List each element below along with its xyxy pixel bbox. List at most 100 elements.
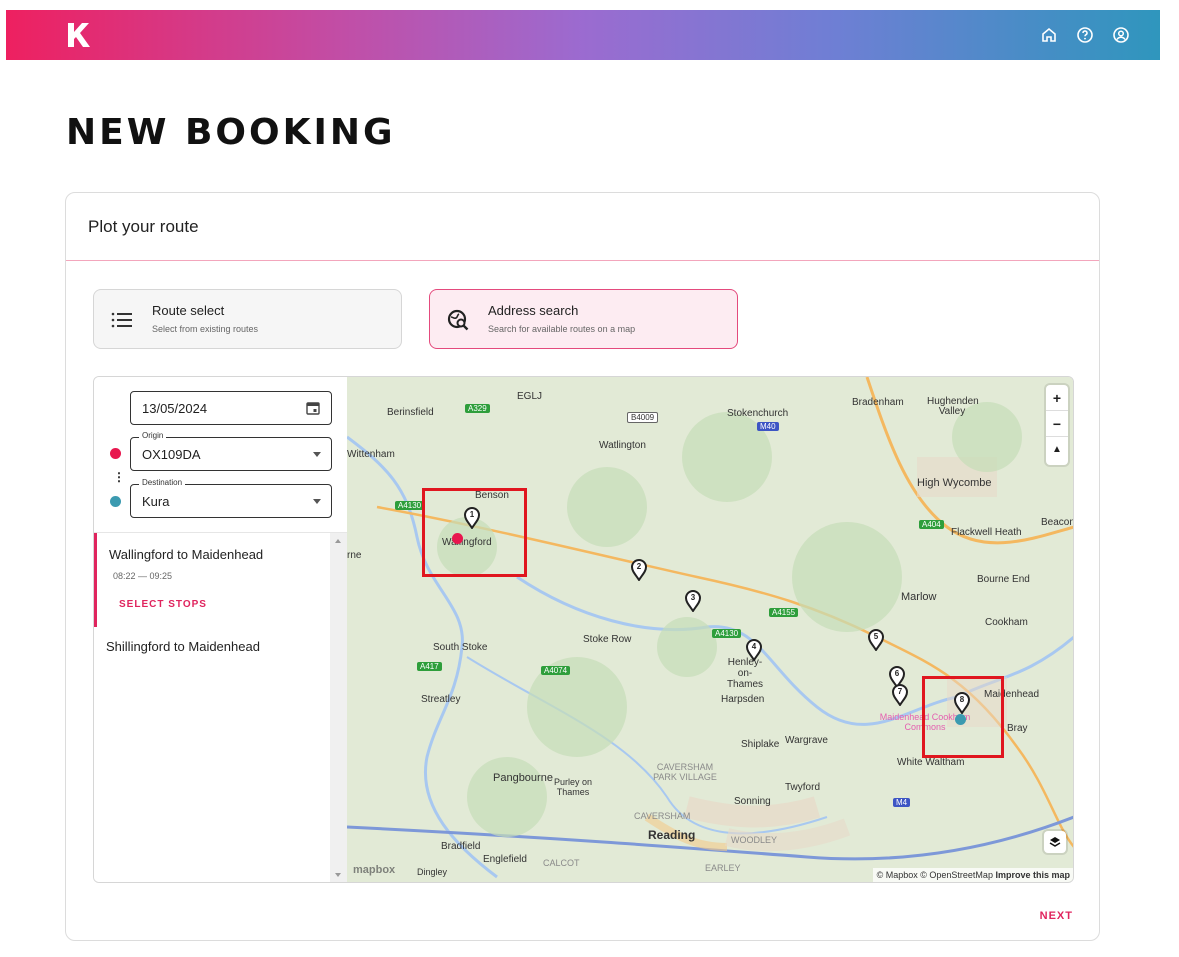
stop-marker[interactable]: 7 — [891, 684, 909, 707]
highlight-box — [922, 676, 1004, 758]
stop-number: 7 — [897, 687, 903, 696]
map-place-label: Stokenchurch — [727, 408, 789, 419]
zoom-out-button[interactable]: − — [1046, 411, 1068, 437]
scroll-down-icon[interactable] — [335, 873, 341, 877]
map-place-label: EARLEY — [705, 863, 741, 873]
layers-icon[interactable] — [1044, 831, 1066, 853]
stop-number: 2 — [636, 562, 642, 571]
map-place-label: CAVERSHAM — [634, 811, 691, 821]
route-title: Shillingford to Maidenhead — [106, 639, 260, 654]
chevron-down-icon — [313, 499, 321, 504]
stop-marker[interactable]: 5 — [867, 629, 885, 652]
map-place-label: Berinsfield — [387, 407, 434, 418]
route-planner-panel: 13/05/2024 Origin OX109DA ⋮ Destination … — [93, 376, 1074, 883]
address-search-option[interactable]: Address search Search for available rout… — [429, 289, 738, 349]
destination-label: Destination — [139, 478, 186, 487]
map-place-label: Henley-on-Thames — [726, 657, 764, 690]
top-bar — [6, 10, 1160, 60]
map-place-label: Dingley — [417, 867, 448, 877]
map-place-label: Bradenham — [852, 397, 904, 408]
map-place-label: Purley on Thames — [553, 777, 593, 797]
destination-select[interactable]: Destination Kura — [130, 478, 332, 518]
route-title: Wallingford to Maidenhead — [109, 547, 264, 562]
map-place-label: South Stoke — [433, 642, 488, 653]
results-scrollbar[interactable] — [330, 533, 347, 882]
route-time: 08:22 — 09:25 — [113, 571, 173, 581]
stop-number: 3 — [690, 593, 696, 602]
map-place-label: CAVERSHAM PARK VILLAGE — [653, 762, 717, 782]
map-place-label: Harpsden — [721, 694, 765, 705]
road-label: M4 — [893, 798, 911, 807]
attribution-text: © Mapbox © OpenStreetMap — [876, 870, 993, 880]
destination-value: Kura — [142, 494, 170, 509]
route-select-option[interactable]: Route select Select from existing routes — [93, 289, 402, 349]
map-base — [347, 377, 1073, 882]
next-button[interactable]: NEXT — [1040, 910, 1073, 922]
address-search-title: Address search — [488, 303, 579, 318]
zoom-controls: + − ▲ — [1046, 385, 1068, 465]
map-place-label: Hughenden Valley — [927, 396, 979, 417]
origin-select[interactable]: Origin OX109DA — [130, 431, 332, 471]
map-place-label: Stoke Row — [583, 634, 632, 645]
destination-dot — [110, 496, 121, 507]
road-label: A329 — [465, 404, 490, 413]
date-value: 13/05/2024 — [142, 401, 208, 416]
map-place-label: High Wycombe — [917, 477, 992, 489]
origin-label: Origin — [139, 431, 167, 440]
stop-number: 4 — [751, 642, 757, 651]
route-select-subtitle: Select from existing routes — [152, 324, 259, 334]
stop-marker[interactable]: 2 — [630, 559, 648, 582]
scroll-up-icon[interactable] — [335, 539, 341, 543]
list-icon — [111, 312, 132, 328]
booking-card: Plot your route Route select Select from… — [65, 192, 1100, 941]
road-label: A4130 — [712, 629, 742, 638]
address-search-subtitle: Search for available routes on a map — [488, 324, 636, 334]
swap-dots-icon: ⋮ — [113, 470, 125, 484]
map-place-label: Shiplake — [741, 739, 780, 750]
stop-marker[interactable]: 4 — [745, 639, 763, 662]
map-place-label: Sonning — [734, 796, 771, 807]
road-label: A4074 — [541, 666, 571, 675]
road-label: B4009 — [627, 412, 659, 423]
account-icon[interactable] — [1110, 24, 1132, 46]
map-place-label: Wittenham — [347, 449, 395, 460]
origin-value: OX109DA — [142, 447, 201, 462]
map-place-label: Twyford — [785, 782, 821, 793]
map-place-label: Beacon — [1041, 517, 1074, 528]
map-place-label: Wargrave — [785, 735, 828, 746]
calendar-icon[interactable] — [305, 400, 321, 416]
home-icon[interactable] — [1038, 24, 1060, 46]
origin-dot — [110, 448, 121, 459]
list-item[interactable]: Wallingford to Maidenhead 08:22 — 09:25 … — [94, 533, 330, 627]
card-header: Plot your route — [66, 193, 1099, 261]
stop-marker[interactable]: 3 — [684, 590, 702, 613]
help-icon[interactable] — [1074, 24, 1096, 46]
select-stops-button[interactable]: SELECT STOPS — [119, 599, 207, 610]
compass-icon[interactable]: ▲ — [1046, 437, 1068, 463]
k-logo-icon[interactable] — [64, 21, 94, 51]
route-form-sidebar: 13/05/2024 Origin OX109DA ⋮ Destination … — [94, 377, 347, 882]
map-place-label: Reading — [648, 828, 696, 842]
map-place-label: Watlington — [599, 440, 646, 451]
map-place-label: rne — [347, 550, 362, 561]
route-map[interactable]: Berinsfield EGLJ Stokenchurch Bradenham … — [347, 377, 1074, 882]
stop-number: 5 — [873, 632, 879, 641]
stop-number: 6 — [894, 669, 900, 678]
map-place-label: Cookham — [985, 617, 1028, 628]
route-results: Wallingford to Maidenhead 08:22 — 09:25 … — [94, 532, 347, 882]
map-place-label: Bradfield — [441, 841, 481, 852]
list-item[interactable]: Shillingford to Maidenhead — [94, 627, 330, 667]
date-field[interactable]: 13/05/2024 — [130, 391, 332, 425]
road-label: A4130 — [395, 501, 425, 510]
improve-map-link[interactable]: Improve this map — [995, 870, 1070, 880]
road-label: A417 — [417, 662, 442, 671]
highlight-box — [422, 488, 527, 577]
map-place-label: Marlow — [901, 591, 937, 603]
map-place-label: CALCOT — [543, 858, 580, 868]
route-select-title: Route select — [152, 303, 225, 318]
zoom-in-button[interactable]: + — [1046, 385, 1068, 411]
map-attribution: © Mapbox © OpenStreetMap Improve this ma… — [872, 868, 1073, 882]
map-place-label: Streatley — [421, 694, 461, 705]
map-place-label: Bray — [1007, 723, 1028, 734]
page-title: NEW BOOKING — [66, 112, 396, 153]
